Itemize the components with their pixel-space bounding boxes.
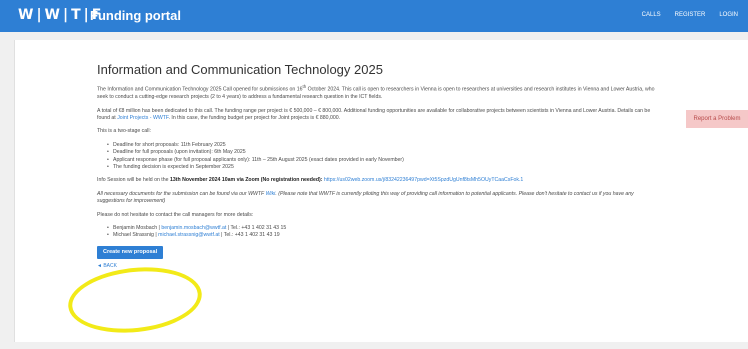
portal-title[interactable]: Funding portal bbox=[90, 8, 181, 23]
contact-list: Benjamin Mosbach | benjamin.mosbach@wwtf… bbox=[107, 225, 657, 240]
call-content: Information and Communication Technology… bbox=[97, 62, 657, 271]
list-item: The funding decision is expected in Sept… bbox=[107, 164, 657, 172]
joint-projects-link[interactable]: Joint Projects - WWTF bbox=[117, 115, 168, 121]
contact-email-link[interactable]: michael.strassnig@wwtf.at bbox=[158, 232, 219, 238]
call-detail-card: Information and Communication Technology… bbox=[14, 40, 748, 342]
contact-intro: Please do not hesitate to contact the ca… bbox=[97, 211, 254, 218]
funding-paragraph: A total of €8 million has been dedicated… bbox=[97, 107, 651, 121]
wiki-link[interactable]: Wiki bbox=[266, 191, 276, 197]
list-item: Deadline for full proposals (upon invita… bbox=[107, 149, 657, 157]
create-proposal-button[interactable]: Create new proposal bbox=[97, 245, 164, 260]
back-link[interactable]: ◄ BACK bbox=[97, 263, 657, 270]
list-item: Deadline for short proposals: 11th Febru… bbox=[107, 142, 657, 150]
nav-login[interactable]: LOGIN bbox=[719, 12, 738, 18]
zoom-link[interactable]: https://us02web.zoom.us/j/83242236497pwd… bbox=[324, 177, 523, 183]
nav-register[interactable]: REGISTER bbox=[675, 12, 706, 18]
documents-paragraph: All necessary documents for the submissi… bbox=[97, 190, 634, 205]
deadline-list: Deadline for short proposals: 11th Febru… bbox=[107, 142, 657, 172]
nav-calls[interactable]: CALLS bbox=[642, 12, 661, 18]
top-navigation-bar: W|W|T|F Funding portal CALLS REGISTER LO… bbox=[0, 0, 748, 32]
top-nav: CALLS REGISTER LOGIN bbox=[642, 12, 738, 18]
page-title: Information and Communication Technology… bbox=[97, 62, 383, 77]
list-item: Applicant response phase (for full propo… bbox=[107, 157, 657, 165]
info-session-paragraph: Info Session will be held on the 13th No… bbox=[97, 177, 524, 184]
two-stage-text: This is a two-stage call: bbox=[97, 128, 151, 135]
contact-item: Michael Strassnig | michael.strassnig@ww… bbox=[107, 232, 657, 240]
contact-email-link[interactable]: benjamin.mosbach@wwtf.at bbox=[161, 225, 226, 231]
contact-item: Benjamin Mosbach | benjamin.mosbach@wwtf… bbox=[107, 225, 657, 233]
call-intro-paragraph: The Information and Communication Techno… bbox=[97, 84, 655, 101]
report-problem-button[interactable]: Report a Problem bbox=[686, 110, 748, 128]
